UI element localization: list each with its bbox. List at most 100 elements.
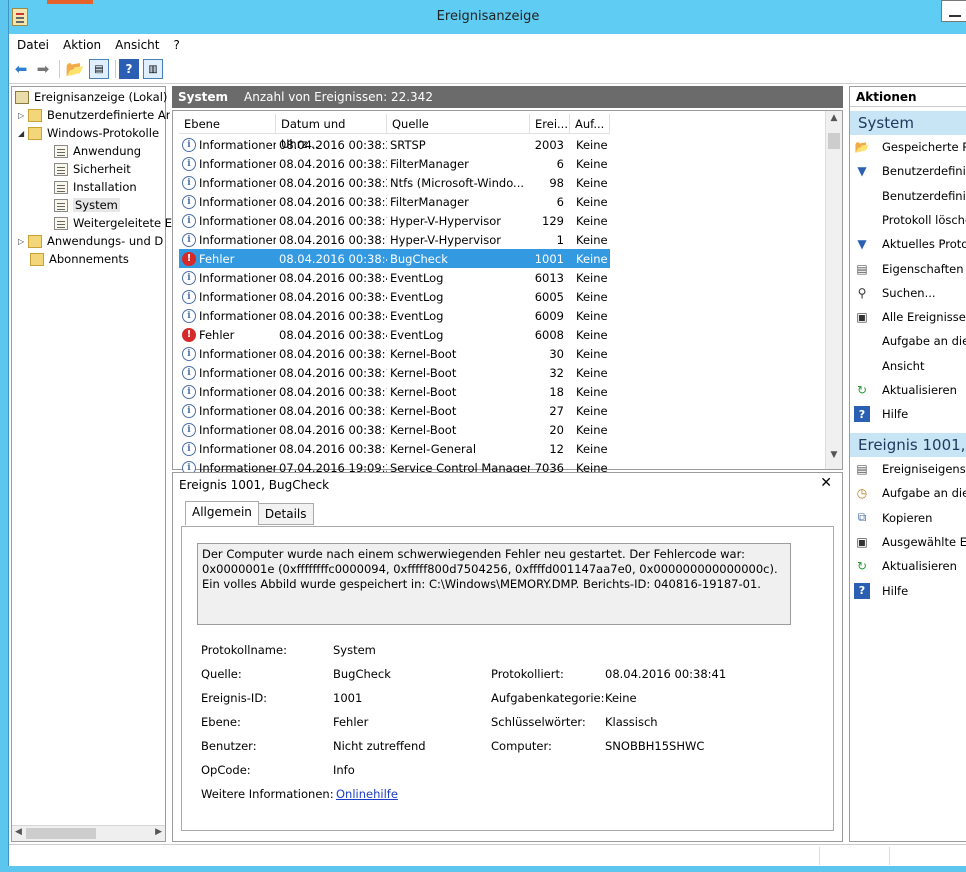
- column-task[interactable]: Auf...: [570, 114, 610, 134]
- table-row[interactable]: iInformationen08.04.2016 00:38:21Ntfs (M…: [179, 173, 610, 192]
- minimize-button[interactable]: [941, 0, 966, 22]
- table-row[interactable]: iInformationen08.04.2016 00:38:23SRTSP 20…: [179, 135, 610, 154]
- actions-pane: Aktionen System 📂 Gespeicherte Prot ▼ Benut…: [849, 86, 966, 842]
- cell-date: 08.04.2016 00:38:19: [279, 384, 387, 399]
- action-item[interactable]: Benutzerdefinierte: [854, 185, 966, 207]
- cell-task: Keine: [576, 156, 608, 171]
- menu-help[interactable]: ?: [173, 38, 179, 52]
- table-row[interactable]: iInformationen08.04.2016 00:38:40EventLo…: [179, 287, 610, 306]
- blank-icon: [854, 333, 870, 349]
- scrollbar-thumb[interactable]: [828, 133, 840, 149]
- close-icon[interactable]: ✕: [820, 475, 832, 491]
- menu-ansicht[interactable]: Ansicht: [115, 38, 159, 52]
- level-text: Informationen: [199, 308, 276, 323]
- tree-log-anwendung[interactable]: Anwendung: [54, 142, 141, 160]
- actions-section-system[interactable]: System: [850, 111, 966, 135]
- label-event-id: Ereignis-ID:: [201, 691, 268, 705]
- online-help-link[interactable]: Onlinehilfe: [336, 787, 398, 801]
- action-item[interactable]: ? Hilfe: [854, 580, 908, 602]
- show-hide-console-tree-icon[interactable]: ▤: [89, 59, 109, 79]
- expand-arrow-icon[interactable]: ▷: [18, 111, 28, 120]
- cell-task: Keine: [576, 270, 608, 285]
- table-row[interactable]: iInformationen08.04.2016 00:38:19Kernel-…: [179, 363, 610, 382]
- table-row[interactable]: iInformationen08.04.2016 00:38:19Kernel-…: [179, 382, 610, 401]
- action-item[interactable]: ↻ Aktualisieren: [854, 379, 957, 401]
- scroll-up-icon[interactable]: ▲: [826, 113, 842, 130]
- tree-log-installation[interactable]: Installation: [54, 178, 137, 196]
- action-item[interactable]: ⚲ Suchen...: [854, 282, 936, 304]
- forward-arrow-icon[interactable]: ➡: [33, 59, 53, 79]
- tree-log-sicherheit[interactable]: Sicherheit: [54, 160, 131, 178]
- action-item[interactable]: ▣ Ausgewählte Ereig: [854, 531, 966, 553]
- tree-root-label: Ereignisanzeige (Lokal): [34, 90, 168, 104]
- tree-subscriptions[interactable]: Abonnements: [30, 250, 129, 268]
- column-date[interactable]: Datum und Uhrz...: [276, 114, 387, 151]
- action-label: Eigenschaften: [882, 261, 964, 276]
- action-item[interactable]: ? Hilfe: [854, 403, 908, 425]
- help-icon[interactable]: ?: [119, 59, 139, 79]
- detail-title: Ereignis 1001, BugCheck: [179, 478, 330, 492]
- table-row[interactable]: iInformationen08.04.2016 00:38:40EventLo…: [179, 306, 610, 325]
- cell-date: 08.04.2016 00:38:40: [279, 289, 387, 304]
- action-item[interactable]: ▼ Benutzerdefinierte: [854, 160, 966, 182]
- scroll-down-icon[interactable]: ▼: [826, 450, 842, 467]
- menu-aktion[interactable]: Aktion: [63, 38, 101, 52]
- scroll-left-icon[interactable]: ◀: [15, 827, 22, 837]
- action-item[interactable]: ◷ Aufgabe an diese:: [854, 482, 966, 504]
- cell-task: Keine: [576, 251, 608, 266]
- table-row[interactable]: iInformationen08.04.2016 00:38:19Hyper-V…: [179, 230, 610, 249]
- table-row[interactable]: iInformationen08.04.2016 00:38:21FilterM…: [179, 192, 610, 211]
- tree-root[interactable]: Ereignisanzeige (Lokal): [15, 88, 167, 106]
- table-row[interactable]: iInformationen08.04.2016 00:38:40EventLo…: [179, 268, 610, 287]
- menu-datei[interactable]: Datei: [17, 38, 49, 52]
- console-tree: Ereignisanzeige (Lokal) ▷ Benutzerdefini…: [11, 86, 177, 842]
- cell-level: i Informationen: [179, 441, 276, 456]
- column-event-id[interactable]: Erei...: [530, 114, 570, 134]
- info-icon: i: [182, 365, 196, 380]
- table-row[interactable]: !Fehler08.04.2016 00:38:41BugCheck1001Ke…: [179, 249, 610, 268]
- value-logged: 08.04.2016 00:38:41: [605, 667, 727, 681]
- action-item[interactable]: Aufgabe an diese:: [854, 330, 966, 352]
- actions-section-event[interactable]: Ereignis 1001, Bug: [850, 433, 966, 457]
- action-item[interactable]: ▼ Aktuelles Protoko: [854, 233, 966, 255]
- tab-general[interactable]: Allgemein: [185, 501, 259, 525]
- table-row[interactable]: iInformationen08.04.2016 00:38:19Kernel-…: [179, 344, 610, 363]
- tree-log-system[interactable]: System: [54, 196, 120, 214]
- event-message[interactable]: Der Computer wurde nach einem schwerwieg…: [197, 543, 791, 625]
- level-text: Informationen: [199, 156, 276, 171]
- action-item[interactable]: 📂 Gespeicherte Prot: [854, 136, 966, 158]
- scrollbar-thumb[interactable]: [26, 828, 96, 839]
- collapse-arrow-icon[interactable]: ◢: [18, 129, 28, 138]
- action-item[interactable]: ⧉ Kopieren: [854, 507, 933, 529]
- table-row[interactable]: iInformationen08.04.2016 00:38:19Kernel-…: [179, 401, 610, 420]
- cell-date: 08.04.2016 00:38:40: [279, 270, 387, 285]
- table-row[interactable]: iInformationen08.04.2016 00:38:22FilterM…: [179, 154, 610, 173]
- tree-horizontal-scrollbar[interactable]: ◀ ▶: [12, 825, 165, 841]
- action-item[interactable]: ▤ Ereigniseigenscha: [854, 458, 966, 480]
- action-item[interactable]: Ansicht: [854, 355, 924, 377]
- table-row[interactable]: iInformationen08.04.2016 00:38:19Hyper-V…: [179, 211, 610, 230]
- action-item[interactable]: ↻ Aktualisieren: [854, 555, 957, 577]
- action-item[interactable]: Protokoll löschen: [854, 209, 966, 231]
- table-row[interactable]: iInformationen08.04.2016 00:38:19Kernel-…: [179, 420, 610, 439]
- tree-windows-logs[interactable]: ◢ Windows-Protokolle: [18, 124, 159, 142]
- status-divider: [819, 847, 820, 865]
- tree-app-logs[interactable]: ▷ Anwendungs- und D: [18, 232, 163, 250]
- column-source[interactable]: Quelle: [387, 114, 530, 134]
- cell-level: ! Fehler: [179, 251, 276, 266]
- expand-arrow-icon[interactable]: ▷: [18, 237, 28, 246]
- action-item[interactable]: ▣ Alle Ereignisse spe: [854, 306, 966, 328]
- show-hide-action-pane-icon[interactable]: ▥: [143, 59, 163, 79]
- tree-log-forwarded[interactable]: Weitergeleitete Er: [54, 214, 177, 232]
- folder-up-icon[interactable]: 📂: [65, 59, 85, 79]
- table-row[interactable]: !Fehler08.04.2016 00:38:40EventLog6008Ke…: [179, 325, 610, 344]
- action-item[interactable]: ▤ Eigenschaften: [854, 258, 964, 280]
- table-row[interactable]: iInformationen08.04.2016 00:38:19Kernel-…: [179, 439, 610, 458]
- column-level[interactable]: Ebene: [179, 114, 276, 134]
- tree-custom-views[interactable]: ▷ Benutzerdefinierte Ar: [18, 106, 170, 124]
- cell-level: i Informationen: [179, 270, 276, 285]
- back-arrow-icon[interactable]: ⬅: [11, 59, 31, 79]
- scroll-right-icon[interactable]: ▶: [155, 827, 162, 837]
- event-list-scrollbar[interactable]: ▲ ▼: [825, 111, 842, 469]
- tab-details[interactable]: Details: [257, 503, 314, 525]
